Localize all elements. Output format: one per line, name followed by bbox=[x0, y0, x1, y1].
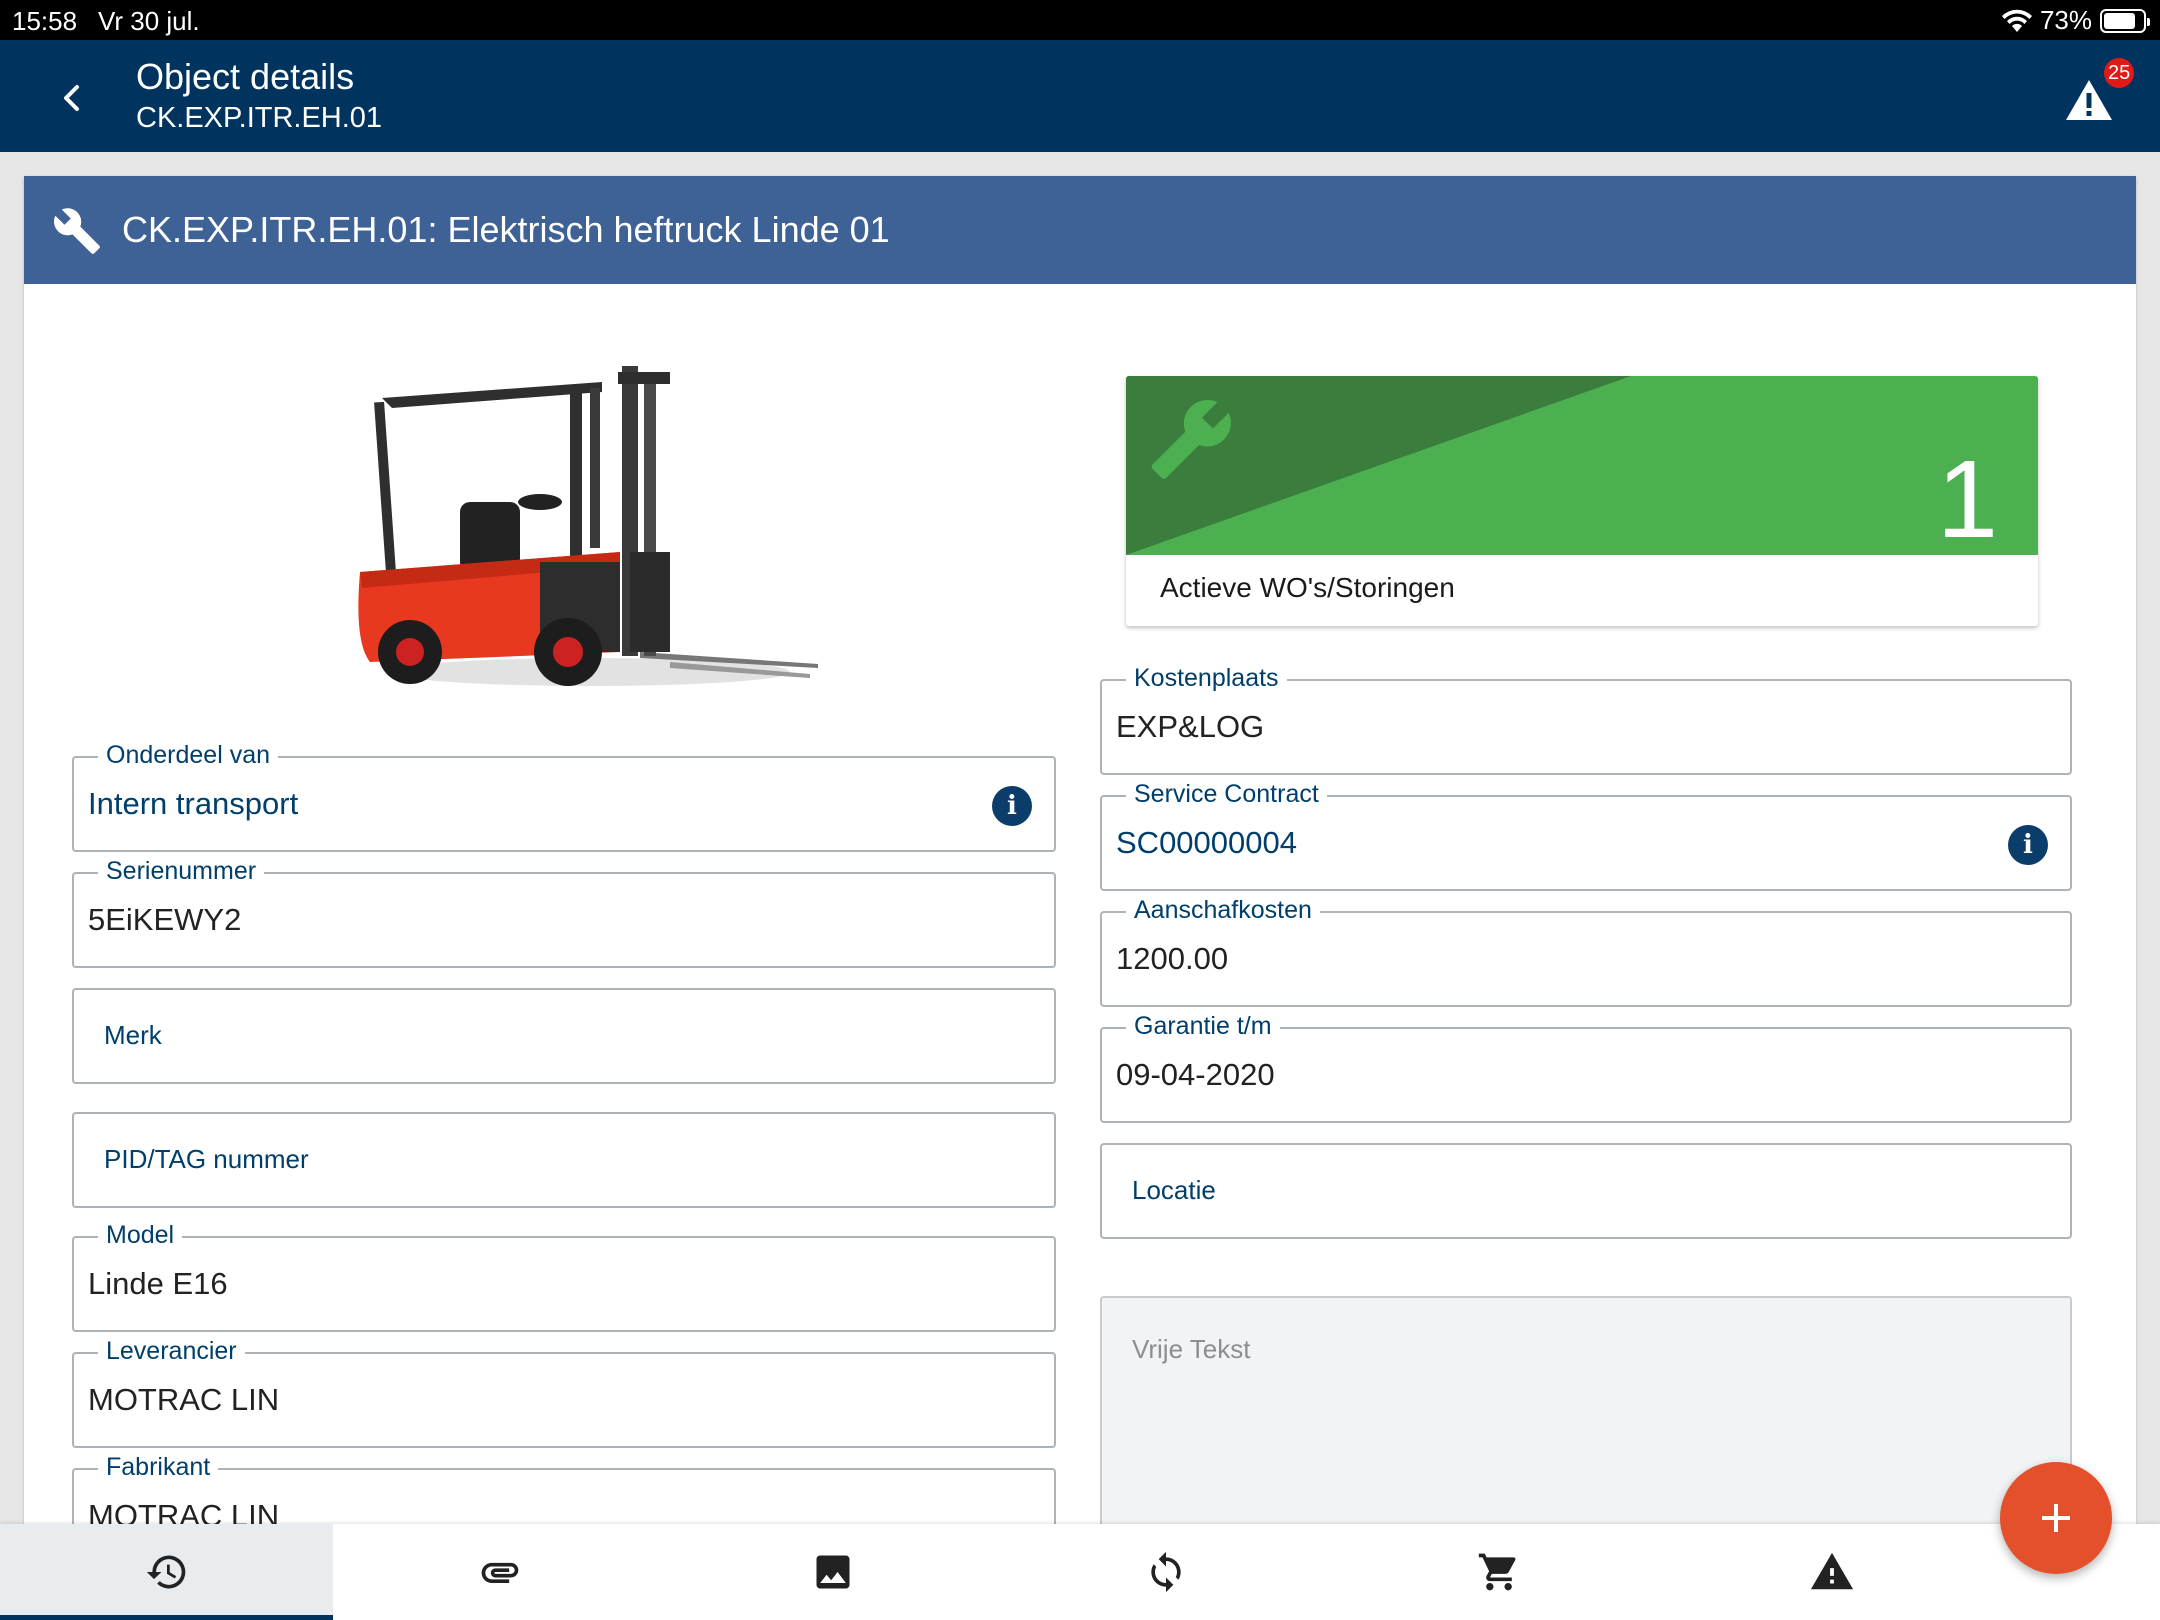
nav-cart[interactable] bbox=[1332, 1524, 1665, 1620]
field-serienummer[interactable]: Serienummer 5EiKEWY2 bbox=[72, 855, 1056, 968]
status-date: Vr 30 jul. bbox=[98, 6, 200, 36]
card-title: CK.EXP.ITR.EH.01: Elektrisch heftruck Li… bbox=[122, 209, 890, 250]
free-text-input[interactable]: Vrije Tekst bbox=[1100, 1296, 2072, 1552]
image-icon bbox=[816, 1555, 849, 1589]
sync-icon bbox=[1150, 1551, 1181, 1593]
field-label: Model bbox=[98, 1219, 183, 1251]
field-placeholder: Locatie bbox=[1132, 1175, 1216, 1205]
field-label: Fabrikant bbox=[98, 1451, 219, 1483]
page-title: Object details bbox=[136, 56, 355, 97]
field-label: Leverancier bbox=[98, 1335, 245, 1367]
status-bar: 15:58 Vr 30 jul. 73% bbox=[0, 0, 2160, 40]
add-button[interactable] bbox=[2000, 1462, 2112, 1574]
field-label: Onderdeel van bbox=[98, 739, 279, 771]
field-label: Garantie t/m bbox=[1126, 1010, 1280, 1042]
nav-images[interactable] bbox=[666, 1524, 999, 1620]
free-text-placeholder: Vrije Tekst bbox=[1132, 1334, 1251, 1364]
app-bar: Object details CK.EXP.ITR.EH.01 25 bbox=[0, 40, 2160, 152]
nav-attachments[interactable] bbox=[333, 1524, 666, 1620]
active-wo-label: Actieve WO's/Storingen bbox=[1160, 572, 1455, 603]
bottom-nav bbox=[0, 1524, 2160, 1620]
active-wo-count: 1 bbox=[1936, 438, 1998, 561]
field-value: 5EiKEWY2 bbox=[88, 902, 242, 937]
field-aanschafkosten[interactable]: Aanschafkosten 1200.00 bbox=[1100, 894, 2072, 1007]
nav-sync[interactable] bbox=[999, 1524, 1332, 1620]
object-card: CK.EXP.ITR.EH.01: Elektrisch heftruck Li… bbox=[24, 176, 2136, 1552]
field-model[interactable]: Model Linde E16 bbox=[72, 1219, 1056, 1332]
field-leverancier[interactable]: Leverancier MOTRAC LIN bbox=[72, 1335, 1056, 1448]
info-icon[interactable]: i bbox=[992, 786, 1032, 826]
forklift-image bbox=[358, 366, 818, 686]
field-value: 1200.00 bbox=[1116, 941, 1229, 976]
field-pid-tag-nummer[interactable]: PID/TAG nummer bbox=[72, 1112, 1056, 1208]
field-kostenplaats[interactable]: Kostenplaats EXP&LOG bbox=[1100, 662, 2072, 775]
field-placeholder: Merk bbox=[104, 1020, 162, 1050]
field-garantie[interactable]: Garantie t/m 09-04-2020 bbox=[1100, 1010, 2072, 1123]
back-button[interactable] bbox=[50, 76, 94, 120]
field-value: Linde E16 bbox=[88, 1266, 228, 1301]
field-label: Service Contract bbox=[1126, 778, 1327, 810]
nav-alerts[interactable] bbox=[1665, 1524, 1998, 1620]
wrench-icon bbox=[53, 208, 100, 254]
cart-icon bbox=[1478, 1553, 1516, 1591]
page-subtitle: CK.EXP.ITR.EH.01 bbox=[136, 102, 383, 134]
paperclip-icon bbox=[481, 1562, 518, 1583]
field-value: EXP&LOG bbox=[1116, 709, 1265, 744]
warning-icon bbox=[1810, 1552, 1853, 1590]
field-placeholder: PID/TAG nummer bbox=[104, 1144, 309, 1174]
card-header: CK.EXP.ITR.EH.01: Elektrisch heftruck Li… bbox=[24, 176, 2136, 284]
active-wo-tile[interactable]: 1 Actieve WO's/Storingen bbox=[1126, 376, 2038, 626]
wifi-icon bbox=[2001, 9, 2032, 32]
field-value[interactable]: Intern transport bbox=[88, 786, 298, 822]
status-time: 15:58 bbox=[12, 6, 78, 36]
field-value[interactable]: SC00000004 bbox=[1116, 825, 1297, 861]
battery-percent: 73% bbox=[2039, 5, 2092, 35]
plus-icon bbox=[2042, 1504, 2070, 1532]
tile-band bbox=[1126, 376, 2038, 555]
field-value: 09-04-2020 bbox=[1116, 1057, 1275, 1092]
field-value: MOTRAC LIN bbox=[88, 1382, 280, 1417]
field-service-contract[interactable]: Service Contract SC00000004 i bbox=[1100, 778, 2072, 891]
alert-count-badge: 25 bbox=[2104, 58, 2135, 88]
info-icon[interactable]: i bbox=[2008, 825, 2048, 865]
field-label: Aanschafkosten bbox=[1126, 894, 1320, 926]
field-merk[interactable]: Merk bbox=[72, 988, 1056, 1084]
chevron-left-icon bbox=[64, 85, 79, 111]
field-label: Serienummer bbox=[98, 855, 265, 887]
status-right: 73% bbox=[2001, 5, 2150, 36]
history-icon bbox=[146, 1555, 185, 1589]
battery-icon bbox=[2100, 8, 2150, 33]
field-label: Kostenplaats bbox=[1126, 662, 1287, 694]
field-onderdeel-van[interactable]: Onderdeel van Intern transport i bbox=[72, 739, 1056, 852]
field-locatie[interactable]: Locatie bbox=[1100, 1143, 2072, 1239]
nav-history[interactable] bbox=[0, 1524, 333, 1620]
